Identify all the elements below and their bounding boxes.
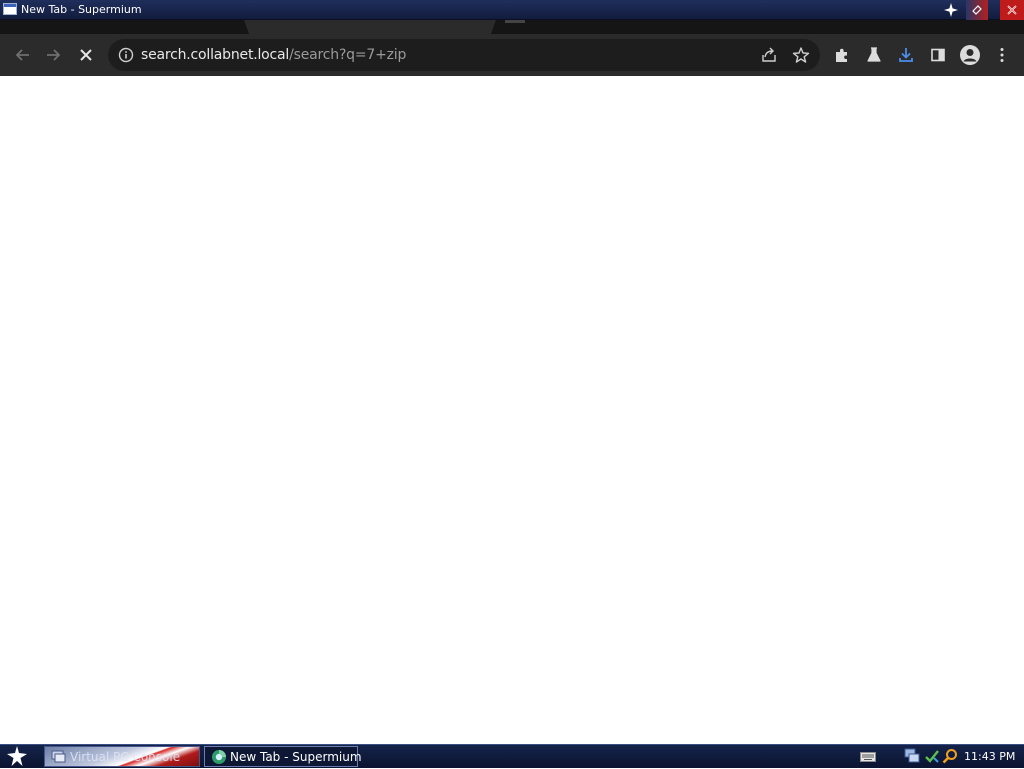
address-bar-url[interactable]: search.collabnet.local/search?q=7+zip bbox=[141, 47, 406, 63]
app-window-icon[interactable] bbox=[3, 3, 17, 15]
side-panel-icon bbox=[931, 48, 945, 62]
profile-button[interactable] bbox=[956, 41, 984, 69]
profile-avatar-icon bbox=[960, 45, 980, 65]
extensions-button[interactable] bbox=[828, 41, 856, 69]
tray-keyboard[interactable] bbox=[860, 751, 876, 765]
side-panel-button[interactable] bbox=[924, 41, 952, 69]
stop-loading-icon bbox=[80, 49, 92, 61]
start-star-icon bbox=[7, 746, 27, 766]
labs-button[interactable] bbox=[860, 41, 888, 69]
shade-icon bbox=[972, 5, 982, 15]
download-icon bbox=[899, 48, 913, 62]
forward-button[interactable] bbox=[40, 41, 68, 69]
back-button[interactable] bbox=[8, 41, 36, 69]
network-icon bbox=[904, 748, 920, 763]
taskbar: Virtual PC Console New Tab - Supermium 1… bbox=[0, 744, 1024, 768]
address-bar[interactable]: search.collabnet.local/search?q=7+zip bbox=[108, 39, 820, 71]
tray-update[interactable] bbox=[924, 748, 940, 767]
shade-window-button[interactable] bbox=[966, 0, 988, 20]
taskbar-item-supermium[interactable]: New Tab - Supermium bbox=[204, 746, 362, 767]
update-icon bbox=[925, 750, 939, 763]
taskbar-item-virtual-pc[interactable]: Virtual PC Console bbox=[44, 746, 200, 767]
menu-kebab-icon bbox=[1000, 48, 1004, 62]
search-magnifier-icon bbox=[942, 749, 957, 764]
supermium-icon bbox=[212, 750, 226, 764]
start-button[interactable] bbox=[6, 746, 28, 766]
keyboard-icon bbox=[860, 752, 876, 762]
window-titlebar[interactable]: New Tab - Supermium bbox=[0, 0, 1024, 20]
close-window-button[interactable] bbox=[1000, 0, 1024, 20]
bookmark-star-icon[interactable] bbox=[792, 46, 810, 64]
close-icon bbox=[1007, 5, 1017, 15]
window-title: New Tab - Supermium bbox=[21, 3, 142, 16]
tray-search[interactable] bbox=[942, 748, 958, 767]
url-host: search.collabnet.local bbox=[141, 47, 290, 63]
labs-flask-icon bbox=[867, 47, 881, 62]
new-tab-button[interactable] bbox=[505, 20, 525, 23]
extensions-icon bbox=[836, 48, 847, 62]
taskbar-item-label: New Tab - Supermium bbox=[230, 750, 362, 764]
browser-menu-button[interactable] bbox=[988, 41, 1016, 69]
virtual-pc-icon bbox=[51, 750, 66, 763]
stop-loading-button[interactable] bbox=[72, 41, 100, 69]
taskbar-item-label: Virtual PC Console bbox=[70, 750, 181, 764]
url-path: /search?q=7+zip bbox=[289, 47, 407, 63]
forward-arrow-icon bbox=[47, 49, 61, 61]
pin-window-button[interactable] bbox=[940, 0, 962, 20]
browser-toolbar: search.collabnet.local/search?q=7+zip bbox=[0, 34, 1024, 76]
site-info-icon[interactable] bbox=[118, 47, 134, 63]
taskbar-clock[interactable]: 11:43 PM bbox=[964, 750, 1015, 763]
tab-strip bbox=[0, 20, 1024, 34]
page-viewport[interactable] bbox=[0, 76, 1024, 744]
back-arrow-icon bbox=[15, 49, 29, 61]
tab-active[interactable] bbox=[244, 20, 496, 34]
tray-network[interactable] bbox=[904, 748, 921, 767]
downloads-button[interactable] bbox=[892, 41, 920, 69]
share-icon[interactable] bbox=[760, 46, 778, 64]
star-pin-icon bbox=[944, 3, 958, 17]
